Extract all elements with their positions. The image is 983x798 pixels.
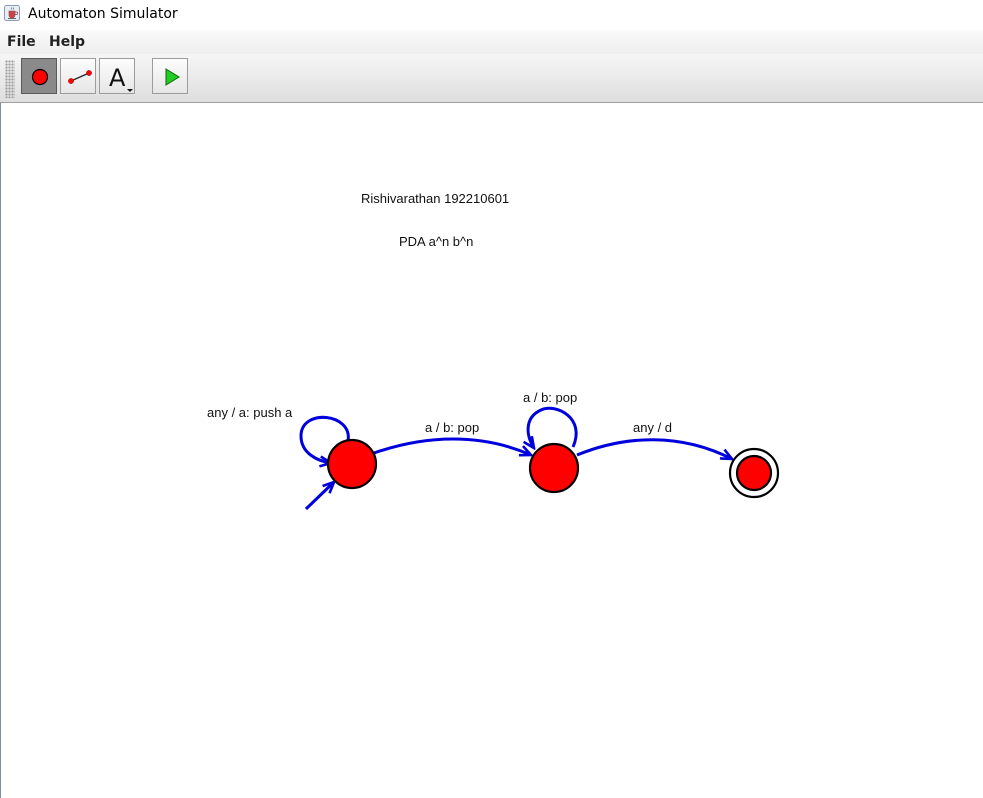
text-tool-glyph: A — [109, 64, 126, 92]
transition-tool-button[interactable] — [60, 58, 96, 94]
menu-help[interactable]: Help — [49, 34, 85, 50]
app-window: Automaton Simulator File Help A Rishivar… — [0, 0, 983, 798]
transition-q1-self[interactable] — [528, 406, 578, 448]
transition-line-icon — [68, 70, 92, 84]
menu-file[interactable]: File — [7, 34, 36, 50]
toolbar-grip[interactable] — [5, 60, 15, 98]
red-circle-icon — [31, 68, 49, 86]
toolbar: A — [0, 54, 983, 103]
state-q1[interactable] — [528, 442, 580, 494]
text-tool-button[interactable]: A — [99, 58, 135, 94]
initial-state-arrow[interactable] — [304, 482, 334, 511]
label-q1-q2[interactable]: any / d — [633, 420, 672, 435]
label-q0-q1[interactable]: a / b: pop — [425, 420, 479, 435]
automaton-canvas[interactable]: Rishivarathan 192210601 PDA a^n b^n any … — [0, 103, 983, 798]
automaton-graph — [299, 406, 780, 511]
run-button[interactable] — [152, 58, 188, 94]
text-a-dropdown-icon: A — [109, 64, 133, 92]
menu-bar: File Help — [0, 30, 983, 54]
transition-q0-q1[interactable] — [373, 437, 531, 455]
state-q2-final[interactable] — [728, 447, 780, 499]
state-tool-button[interactable] — [21, 58, 57, 94]
label-q1-self[interactable]: a / b: pop — [523, 390, 577, 405]
window-title: Automaton Simulator — [28, 6, 178, 22]
transition-q1-q2[interactable] — [576, 438, 732, 459]
title-bar: Automaton Simulator — [0, 0, 983, 30]
play-triangle-icon — [165, 68, 180, 86]
label-q0-self[interactable]: any / a: push a — [207, 405, 292, 420]
java-cup-icon — [4, 5, 20, 21]
state-q0[interactable] — [326, 438, 378, 490]
